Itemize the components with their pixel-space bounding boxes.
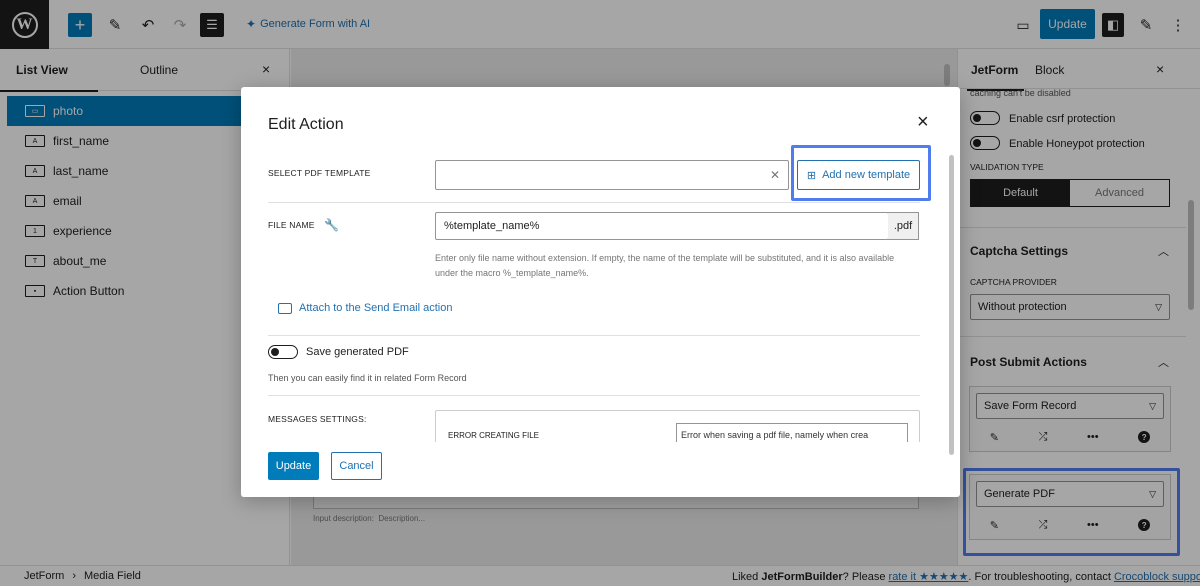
wrench-icon[interactable]: 🔧 xyxy=(324,218,339,232)
close-icon[interactable]: × xyxy=(917,111,929,134)
save-pdf-toggle[interactable] xyxy=(268,345,298,359)
save-pdf-label: Save generated PDF xyxy=(306,346,409,358)
file-name-input[interactable]: %template_name% xyxy=(435,212,889,240)
add-template-highlight xyxy=(791,145,931,201)
modal-scrollbar[interactable] xyxy=(949,135,955,490)
edit-action-modal: Edit Action × SELECT PDF TEMPLATE ✕ ⊞ Ad… xyxy=(241,87,960,497)
folder-icon xyxy=(278,302,292,314)
select-template-label: SELECT PDF TEMPLATE xyxy=(268,168,371,178)
modal-cancel-button[interactable]: Cancel xyxy=(331,452,382,480)
error-creating-label: ERROR CREATING FILE xyxy=(448,431,539,440)
modal-update-button[interactable]: Update xyxy=(268,452,319,480)
save-pdf-help: Then you can easily find it in related F… xyxy=(268,373,467,383)
file-name-label: FILE NAME xyxy=(268,220,315,230)
divider xyxy=(268,202,920,203)
select-template-input[interactable]: ✕ xyxy=(435,160,789,190)
divider xyxy=(268,395,920,396)
messages-settings-label: MESSAGES SETTINGS: xyxy=(268,414,367,424)
modal-footer: Update Cancel xyxy=(241,442,949,497)
clear-icon[interactable]: ✕ xyxy=(770,168,780,182)
file-name-value: %template_name% xyxy=(444,220,540,232)
scrollbar-thumb[interactable] xyxy=(949,155,954,455)
modal-title: Edit Action xyxy=(268,116,344,133)
divider xyxy=(268,335,920,336)
file-name-help: Enter only file name without extension. … xyxy=(435,253,895,278)
attach-email-link[interactable]: Attach to the Send Email action xyxy=(278,302,452,314)
attach-label: Attach to the Send Email action xyxy=(299,302,453,314)
file-extension-suffix: .pdf xyxy=(888,212,919,240)
